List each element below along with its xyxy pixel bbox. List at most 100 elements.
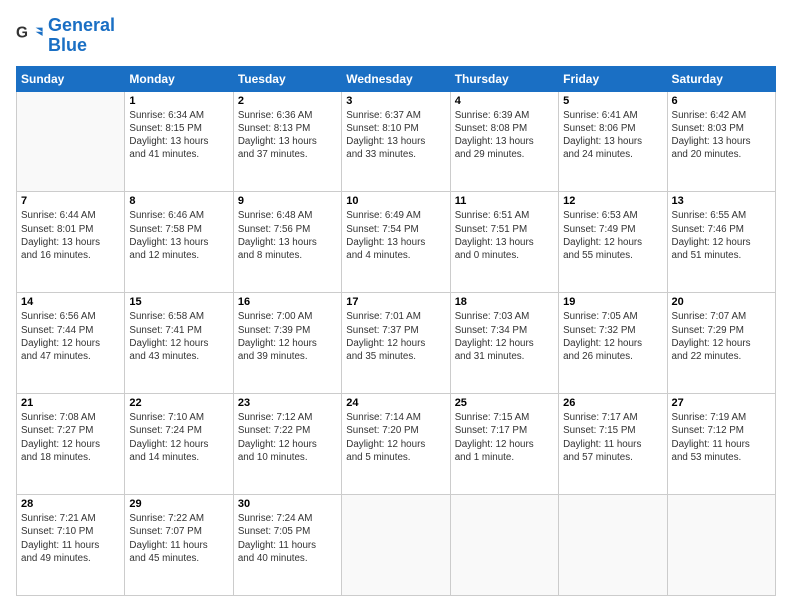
calendar-cell: 29 Sunrise: 7:22 AMSunset: 7:07 PMDayligh… xyxy=(125,495,233,596)
day-number: 27 xyxy=(672,397,771,409)
calendar-header-wednesday: Wednesday xyxy=(342,66,450,91)
calendar-table: SundayMondayTuesdayWednesdayThursdayFrid… xyxy=(16,66,776,596)
svg-text:G: G xyxy=(16,24,28,41)
day-number: 24 xyxy=(346,397,445,409)
day-info: Sunrise: 6:53 AMSunset: 7:49 PMDaylight:… xyxy=(563,209,662,262)
day-number: 3 xyxy=(346,95,445,107)
calendar-week-1: 1 Sunrise: 6:34 AMSunset: 8:15 PMDaylight… xyxy=(17,91,776,192)
logo: G General Blue xyxy=(16,16,115,56)
calendar-cell: 15Sunrise: 6:58 AMSunset: 7:41 PMDayligh… xyxy=(125,293,233,394)
day-number: 21 xyxy=(21,397,120,409)
day-number: 9 xyxy=(238,195,337,207)
day-info: Sunrise: 6:36 AMSunset: 8:13 PMDaylight:… xyxy=(238,109,337,162)
calendar-header-saturday: Saturday xyxy=(667,66,775,91)
calendar-cell: 27 Sunrise: 7:19 AMSunset: 7:12 PMDayligh… xyxy=(667,394,775,495)
day-number: 29 xyxy=(129,498,228,510)
day-info: Sunrise: 6:51 AMSunset: 7:51 PMDaylight:… xyxy=(455,209,554,262)
day-info: Sunrise: 7:14 AMSunset: 7:20 PMDaylight:… xyxy=(346,411,445,464)
day-info: Sunrise: 6:41 AMSunset: 8:06 PMDaylight:… xyxy=(563,109,662,162)
calendar-week-2: 7 Sunrise: 6:44 AMSunset: 8:01 PMDaylight… xyxy=(17,192,776,293)
day-number: 4 xyxy=(455,95,554,107)
day-number: 26 xyxy=(563,397,662,409)
day-info: Sunrise: 7:03 AMSunset: 7:34 PMDaylight:… xyxy=(455,310,554,363)
day-info: Sunrise: 7:12 AMSunset: 7:22 PMDaylight:… xyxy=(238,411,337,464)
day-info: Sunrise: 7:22 AMSunset: 7:07 PMDaylight:… xyxy=(129,512,228,565)
day-number: 15 xyxy=(129,296,228,308)
day-number: 6 xyxy=(672,95,771,107)
day-info: Sunrise: 7:19 AMSunset: 7:12 PMDaylight:… xyxy=(672,411,771,464)
calendar-cell: 13 Sunrise: 6:55 AMSunset: 7:46 PMDayligh… xyxy=(667,192,775,293)
day-info: Sunrise: 7:08 AMSunset: 7:27 PMDaylight:… xyxy=(21,411,120,464)
calendar-cell xyxy=(667,495,775,596)
calendar-header-tuesday: Tuesday xyxy=(233,66,341,91)
calendar-cell xyxy=(342,495,450,596)
calendar-cell: 23 Sunrise: 7:12 AMSunset: 7:22 PMDayligh… xyxy=(233,394,341,495)
day-number: 18 xyxy=(455,296,554,308)
calendar-cell: 16 Sunrise: 7:00 AMSunset: 7:39 PMDayligh… xyxy=(233,293,341,394)
day-number: 28 xyxy=(21,498,120,510)
calendar-cell: 26 Sunrise: 7:17 AMSunset: 7:15 PMDayligh… xyxy=(559,394,667,495)
day-info: Sunrise: 7:05 AMSunset: 7:32 PMDaylight:… xyxy=(563,310,662,363)
calendar-cell: 20 Sunrise: 7:07 AMSunset: 7:29 PMDayligh… xyxy=(667,293,775,394)
day-info: Sunrise: 7:17 AMSunset: 7:15 PMDaylight:… xyxy=(563,411,662,464)
day-number: 10 xyxy=(346,195,445,207)
day-number: 19 xyxy=(563,296,662,308)
day-number: 25 xyxy=(455,397,554,409)
day-info: Sunrise: 6:48 AMSunset: 7:56 PMDaylight:… xyxy=(238,209,337,262)
calendar-cell: 25Sunrise: 7:15 AMSunset: 7:17 PMDayligh… xyxy=(450,394,558,495)
calendar-cell xyxy=(450,495,558,596)
calendar-cell: 22 Sunrise: 7:10 AMSunset: 7:24 PMDayligh… xyxy=(125,394,233,495)
calendar-week-5: 28 Sunrise: 7:21 AMSunset: 7:10 PMDayligh… xyxy=(17,495,776,596)
calendar-cell: 8 Sunrise: 6:46 AMSunset: 7:58 PMDaylight… xyxy=(125,192,233,293)
day-number: 23 xyxy=(238,397,337,409)
day-number: 20 xyxy=(672,296,771,308)
day-info: Sunrise: 6:37 AMSunset: 8:10 PMDaylight:… xyxy=(346,109,445,162)
calendar-week-4: 21 Sunrise: 7:08 AMSunset: 7:27 PMDayligh… xyxy=(17,394,776,495)
day-info: Sunrise: 7:01 AMSunset: 7:37 PMDaylight:… xyxy=(346,310,445,363)
calendar-cell: 19 Sunrise: 7:05 AMSunset: 7:32 PMDayligh… xyxy=(559,293,667,394)
calendar-cell: 11 Sunrise: 6:51 AMSunset: 7:51 PMDayligh… xyxy=(450,192,558,293)
day-info: Sunrise: 7:10 AMSunset: 7:24 PMDaylight:… xyxy=(129,411,228,464)
calendar-cell: 4Sunrise: 6:39 AMSunset: 8:08 PMDaylight… xyxy=(450,91,558,192)
calendar-cell xyxy=(559,495,667,596)
day-info: Sunrise: 6:55 AMSunset: 7:46 PMDaylight:… xyxy=(672,209,771,262)
calendar-cell: 28 Sunrise: 7:21 AMSunset: 7:10 PMDayligh… xyxy=(17,495,125,596)
day-info: Sunrise: 7:24 AMSunset: 7:05 PMDaylight:… xyxy=(238,512,337,565)
day-number: 17 xyxy=(346,296,445,308)
day-number: 2 xyxy=(238,95,337,107)
calendar-cell: 21 Sunrise: 7:08 AMSunset: 7:27 PMDayligh… xyxy=(17,394,125,495)
header: G General Blue xyxy=(16,16,776,56)
day-info: Sunrise: 7:07 AMSunset: 7:29 PMDaylight:… xyxy=(672,310,771,363)
day-info: Sunrise: 7:00 AMSunset: 7:39 PMDaylight:… xyxy=(238,310,337,363)
calendar-cell: 14 Sunrise: 6:56 AMSunset: 7:44 PMDayligh… xyxy=(17,293,125,394)
calendar-cell: 6 Sunrise: 6:42 AMSunset: 8:03 PMDaylight… xyxy=(667,91,775,192)
day-info: Sunrise: 6:46 AMSunset: 7:58 PMDaylight:… xyxy=(129,209,228,262)
day-info: Sunrise: 7:21 AMSunset: 7:10 PMDaylight:… xyxy=(21,512,120,565)
calendar-header-thursday: Thursday xyxy=(450,66,558,91)
day-number: 22 xyxy=(129,397,228,409)
day-info: Sunrise: 6:56 AMSunset: 7:44 PMDaylight:… xyxy=(21,310,120,363)
day-info: Sunrise: 6:42 AMSunset: 8:03 PMDaylight:… xyxy=(672,109,771,162)
day-number: 16 xyxy=(238,296,337,308)
calendar-header-monday: Monday xyxy=(125,66,233,91)
day-number: 7 xyxy=(21,195,120,207)
day-number: 13 xyxy=(672,195,771,207)
day-info: Sunrise: 6:34 AMSunset: 8:15 PMDaylight:… xyxy=(129,109,228,162)
calendar-cell: 10 Sunrise: 6:49 AMSunset: 7:54 PMDayligh… xyxy=(342,192,450,293)
day-info: Sunrise: 6:44 AMSunset: 8:01 PMDaylight:… xyxy=(21,209,120,262)
calendar-cell: 12 Sunrise: 6:53 AMSunset: 7:49 PMDayligh… xyxy=(559,192,667,293)
calendar-cell: 18 Sunrise: 7:03 AMSunset: 7:34 PMDayligh… xyxy=(450,293,558,394)
day-number: 11 xyxy=(455,195,554,207)
day-number: 1 xyxy=(129,95,228,107)
day-number: 8 xyxy=(129,195,228,207)
day-number: 5 xyxy=(563,95,662,107)
logo-text: General Blue xyxy=(48,16,115,56)
calendar-week-3: 14 Sunrise: 6:56 AMSunset: 7:44 PMDayligh… xyxy=(17,293,776,394)
calendar-cell: 7 Sunrise: 6:44 AMSunset: 8:01 PMDaylight… xyxy=(17,192,125,293)
day-info: Sunrise: 6:49 AMSunset: 7:54 PMDaylight:… xyxy=(346,209,445,262)
day-number: 14 xyxy=(21,296,120,308)
day-number: 12 xyxy=(563,195,662,207)
calendar-cell: 30Sunrise: 7:24 AMSunset: 7:05 PMDayligh… xyxy=(233,495,341,596)
logo-icon: G xyxy=(16,22,44,50)
calendar-cell: 9 Sunrise: 6:48 AMSunset: 7:56 PMDaylight… xyxy=(233,192,341,293)
